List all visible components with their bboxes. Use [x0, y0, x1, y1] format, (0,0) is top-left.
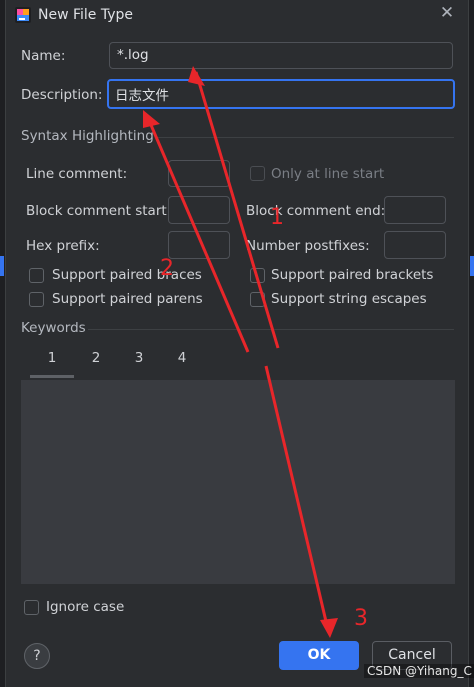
help-button[interactable]: ? [24, 643, 50, 669]
support-string-escapes-checkbox[interactable] [250, 292, 265, 307]
support-paired-parens-checkbox[interactable] [29, 292, 44, 307]
line-comment-label: Line comment: [26, 166, 128, 182]
new-file-type-dialog: New File Type ✕ Name: *.log Description:… [5, 0, 469, 687]
tab-1[interactable]: 1 [32, 350, 72, 366]
background-highlight-right [470, 256, 474, 276]
title-bar: New File Type ✕ [6, 0, 470, 30]
active-tab-indicator [30, 375, 74, 378]
annotation-number-1: 1 [270, 205, 284, 230]
background-highlight-left [0, 256, 4, 276]
block-comment-end-label: Block comment end: [246, 203, 386, 219]
line-comment-input[interactable] [168, 160, 230, 187]
only-at-line-start-checkbox[interactable] [250, 166, 265, 181]
annotation-number-2: 2 [160, 256, 174, 281]
block-comment-end-input[interactable] [384, 196, 446, 224]
hex-prefix-input[interactable] [168, 231, 230, 259]
number-postfixes-label: Number postfixes: [246, 238, 370, 254]
number-postfixes-input[interactable] [384, 231, 446, 259]
only-at-line-start-label: Only at line start [271, 166, 385, 182]
ignore-case-label: Ignore case [46, 599, 125, 615]
support-paired-parens-label: Support paired parens [52, 291, 203, 307]
description-label: Description: [21, 87, 103, 103]
keywords-heading: Keywords [21, 320, 86, 336]
support-paired-braces-checkbox[interactable] [29, 268, 44, 283]
keywords-list[interactable] [21, 380, 455, 584]
name-label: Name: [21, 48, 66, 64]
ignore-case-checkbox[interactable] [24, 600, 39, 615]
tab-4[interactable]: 4 [162, 350, 202, 366]
support-paired-braces-label: Support paired braces [52, 267, 202, 283]
description-input[interactable]: 日志文件 [107, 79, 455, 109]
name-input[interactable]: *.log [109, 42, 453, 69]
ok-button[interactable]: OK [279, 641, 359, 670]
tab-3[interactable]: 3 [119, 350, 159, 366]
support-string-escapes-label: Support string escapes [271, 291, 427, 307]
tab-2[interactable]: 2 [76, 350, 116, 366]
hex-prefix-label: Hex prefix: [26, 238, 100, 254]
support-paired-brackets-checkbox[interactable] [250, 268, 265, 283]
watermark: CSDN @Yihang_C [364, 664, 474, 678]
dialog-title: New File Type [38, 7, 134, 23]
section-separator [88, 329, 454, 330]
block-comment-start-label: Block comment start: [26, 203, 172, 219]
keywords-tab-bar: 1 2 3 4 [30, 350, 206, 376]
app-icon [15, 7, 31, 23]
syntax-highlighting-heading: Syntax Highlighting [21, 128, 154, 144]
block-comment-start-input[interactable] [168, 196, 230, 224]
section-separator [158, 137, 454, 138]
close-icon[interactable]: ✕ [436, 2, 458, 24]
support-paired-brackets-label: Support paired brackets [271, 267, 434, 283]
annotation-number-3: 3 [354, 606, 368, 631]
